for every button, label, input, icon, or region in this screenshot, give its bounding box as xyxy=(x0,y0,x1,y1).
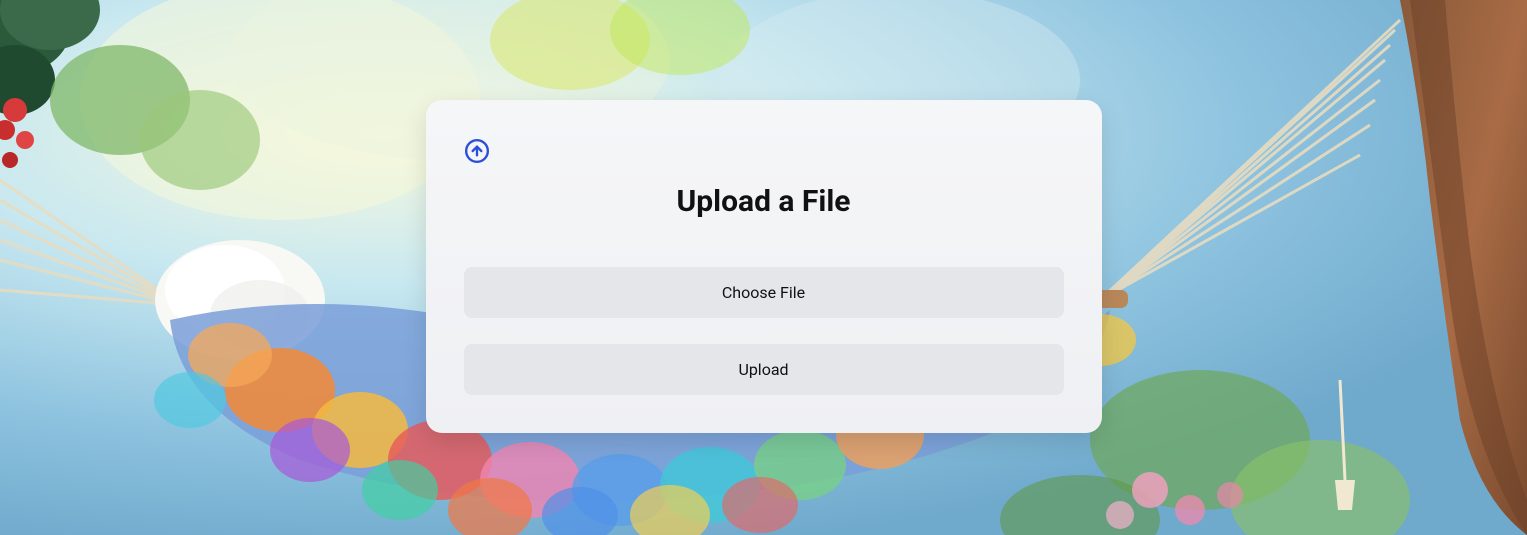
upload-icon xyxy=(464,138,1064,168)
choose-file-button[interactable]: Choose File xyxy=(464,267,1064,318)
card-title: Upload a File xyxy=(464,184,1064,219)
upload-card: Upload a File Choose File Upload xyxy=(426,100,1102,433)
upload-button[interactable]: Upload xyxy=(464,344,1064,395)
